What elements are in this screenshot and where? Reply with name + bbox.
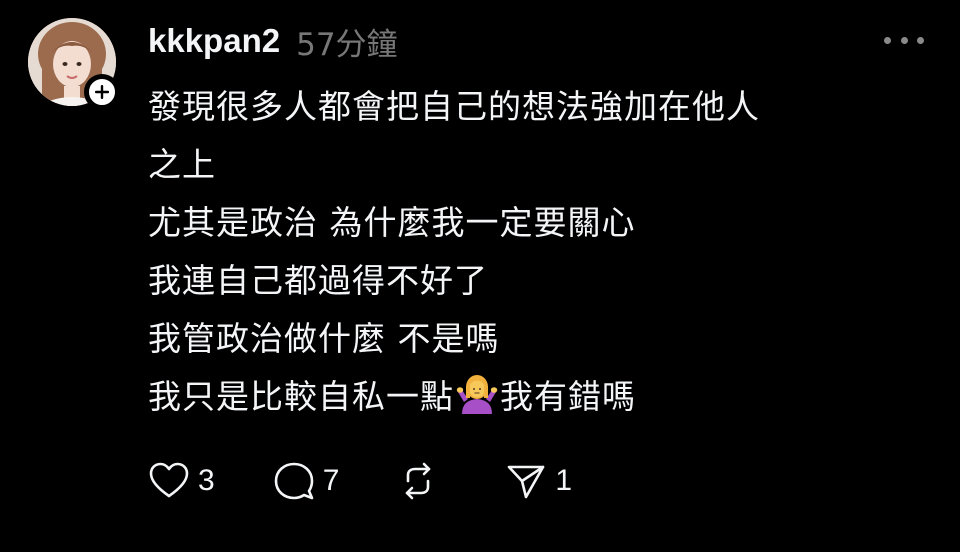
post-text-line: 發現很多人都會把自己的想法強加在他人 — [148, 87, 760, 126]
post-text-line: 之上 — [148, 145, 216, 184]
post-text-segment: 我只是比較自私一點 — [148, 377, 454, 416]
more-horizontal-icon — [884, 36, 891, 44]
send-icon — [508, 465, 545, 499]
more-horizontal-icon — [917, 36, 924, 44]
repost-icon — [406, 462, 431, 500]
thread-post: kkkpan2 57分鐘 發現很多人都會把自己的想法強加在他人 之上 尤其是政治… — [0, 0, 960, 552]
timestamp: 57分鐘 — [296, 26, 398, 63]
person-shrugging-emoji — [456, 375, 498, 414]
repost-button[interactable] — [397, 461, 447, 501]
username[interactable]: kkkpan2 — [148, 22, 280, 60]
more-options-button[interactable] — [884, 28, 924, 52]
avatar-container — [28, 18, 120, 110]
post-header: kkkpan2 57分鐘 — [148, 18, 398, 64]
plus-icon — [95, 85, 109, 99]
post-text-segment: 我有錯嗎 — [500, 377, 636, 416]
post-text-line: 我管政治做什麼 不是嗎 — [148, 319, 500, 358]
post-text-line: 我連自己都過得不好了 — [148, 261, 488, 300]
share-count: 1 — [555, 464, 573, 497]
share-button[interactable]: 1 — [505, 461, 572, 501]
post-body: 發現很多人都會把自己的想法強加在他人 之上 尤其是政治 為什麼我一定要關心 我連… — [148, 78, 938, 426]
like-count: 3 — [198, 464, 215, 497]
like-button[interactable]: 3 — [148, 461, 215, 501]
more-horizontal-icon — [900, 36, 908, 44]
reply-count: 7 — [322, 464, 340, 497]
heart-icon — [149, 462, 189, 498]
reply-button[interactable]: 7 — [273, 461, 340, 501]
action-bar: 3 7 1 — [148, 458, 630, 504]
post-text-line: 尤其是政治 為什麼我一定要關心 — [148, 203, 636, 242]
follow-button[interactable] — [84, 74, 120, 110]
post-text-line-last: 我只是比較自私一點 我有錯嗎 — [148, 368, 938, 426]
comment-icon — [274, 462, 313, 500]
